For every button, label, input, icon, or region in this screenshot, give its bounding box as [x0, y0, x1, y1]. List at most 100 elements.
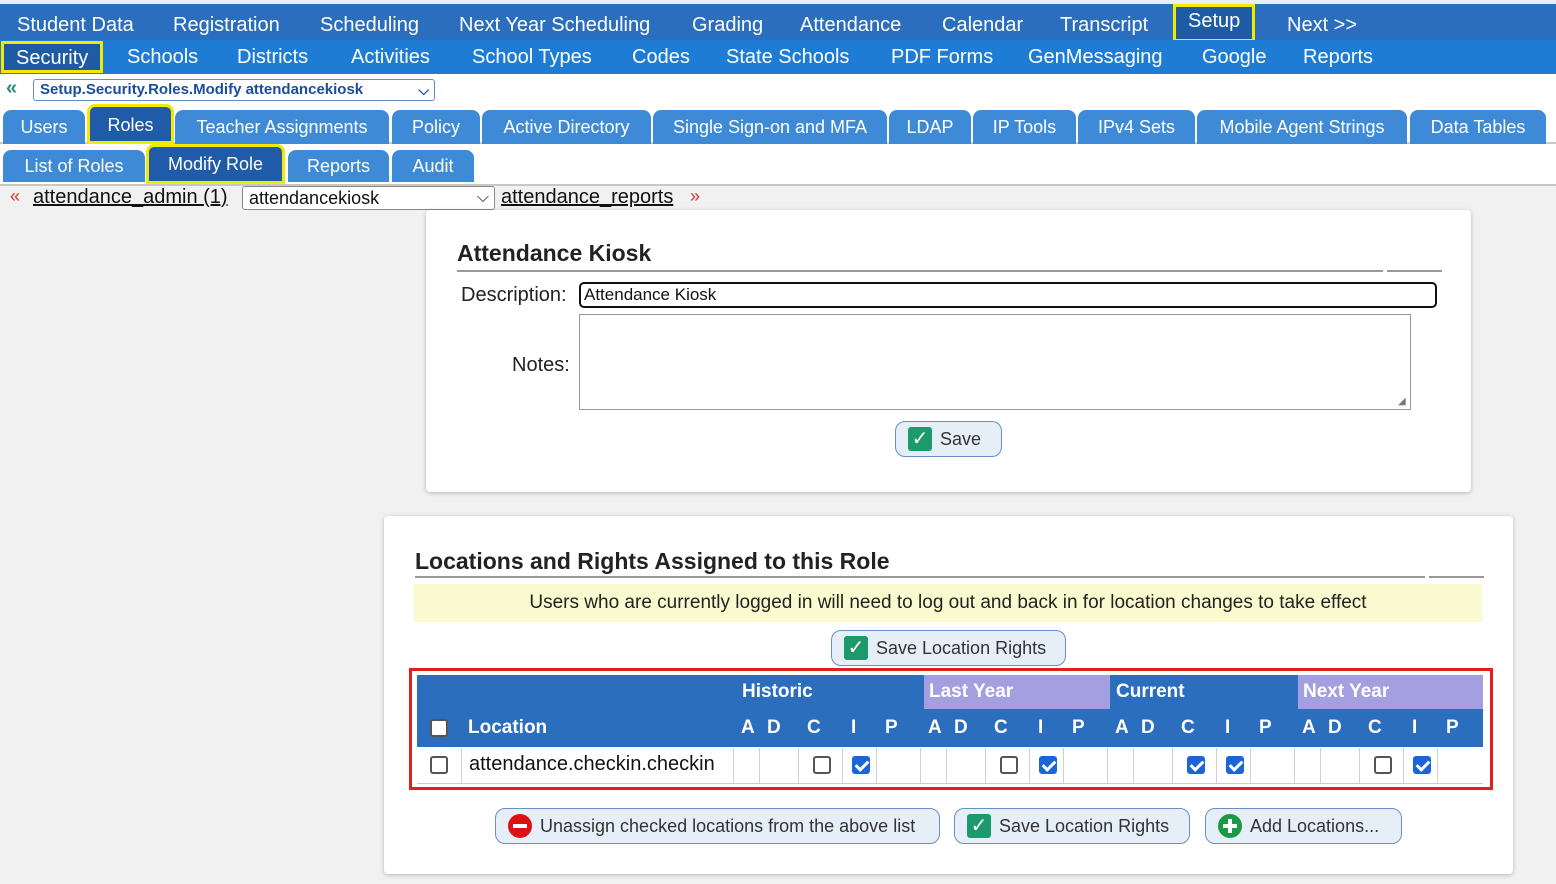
- location-header: Location: [468, 717, 548, 738]
- tab-audit[interactable]: Audit: [392, 150, 474, 182]
- rights-letter: I: [851, 717, 857, 738]
- role-title: Attendance Kiosk: [457, 240, 652, 266]
- security-tabs: Users Roles Teacher Assignments Policy A…: [0, 104, 1556, 144]
- tab-ip-tools[interactable]: IP Tools: [973, 110, 1076, 144]
- save-location-rights-button[interactable]: ✓ Save Location Rights: [831, 630, 1066, 666]
- rights-letter: I: [1038, 717, 1044, 738]
- tab-mobile-agent-strings[interactable]: Mobile Agent Strings: [1197, 110, 1407, 144]
- right-checkbox-c[interactable]: [1374, 756, 1392, 774]
- nav-attendance[interactable]: Attendance: [800, 8, 901, 42]
- breadcrumb-select[interactable]: Setup.Security.Roles.Modify attendanceki…: [33, 79, 435, 101]
- nav-transcript[interactable]: Transcript: [1060, 8, 1148, 42]
- rights-letter: A: [1302, 717, 1316, 738]
- next-role-link[interactable]: attendance_reports: [501, 186, 673, 209]
- column-divider: [1250, 748, 1251, 784]
- chevron-down-icon: ⌵: [418, 82, 429, 98]
- tab-policy[interactable]: Policy: [392, 110, 480, 144]
- double-chevron-right-red-icon[interactable]: »: [690, 186, 700, 207]
- tab-list-of-roles[interactable]: List of Roles: [3, 150, 145, 182]
- nav-registration[interactable]: Registration: [173, 8, 280, 42]
- role-navigator: « attendance_admin (1) attendancekiosk ⌵…: [0, 186, 1556, 212]
- column-divider: [1172, 748, 1173, 784]
- rights-letter: P: [1446, 717, 1459, 738]
- subnav-pdf-forms[interactable]: PDF Forms: [891, 40, 993, 74]
- nav-setup[interactable]: Setup: [1173, 4, 1256, 42]
- column-divider: [1320, 748, 1321, 784]
- save-location-rights-bottom-label: Save Location Rights: [999, 816, 1170, 836]
- right-checkbox-i[interactable]: [852, 756, 870, 774]
- column-divider: [876, 748, 877, 784]
- subnav-districts[interactable]: Districts: [237, 40, 308, 74]
- nav-scheduling[interactable]: Scheduling: [320, 8, 419, 42]
- top-nav-bar: Student Data Registration Scheduling Nex…: [0, 0, 1556, 44]
- divider: [415, 576, 1425, 578]
- right-checkbox-c[interactable]: [1187, 756, 1205, 774]
- subnav-state-schools[interactable]: State Schools: [726, 40, 849, 74]
- right-checkbox-i[interactable]: [1039, 756, 1057, 774]
- rights-letter: D: [767, 717, 781, 738]
- tab-ipv4-sets[interactable]: IPv4 Sets: [1078, 110, 1195, 144]
- subnav-google[interactable]: Google: [1202, 40, 1267, 74]
- notes-field[interactable]: ◢: [579, 314, 1411, 410]
- subnav-schools[interactable]: Schools: [127, 40, 198, 74]
- column-divider: [1437, 748, 1438, 784]
- unassign-locations-button[interactable]: Unassign checked locations from the abov…: [495, 808, 940, 844]
- row-select-checkbox[interactable]: [430, 756, 448, 774]
- tab-ldap[interactable]: LDAP: [889, 110, 971, 144]
- minus-circle-icon: [508, 814, 532, 838]
- save-location-rights-bottom-button[interactable]: ✓ Save Location Rights: [954, 808, 1190, 844]
- double-chevron-left-icon[interactable]: «: [6, 77, 17, 100]
- subnav-codes[interactable]: Codes: [632, 40, 690, 74]
- divider: [1387, 270, 1442, 272]
- role-tabs: List of Roles Modify Role Reports Audit: [0, 144, 1556, 186]
- nav-next-year-scheduling[interactable]: Next Year Scheduling: [459, 8, 650, 42]
- notes-label: Notes:: [512, 354, 570, 376]
- double-chevron-left-red-icon[interactable]: «: [10, 186, 20, 207]
- right-checkbox-c[interactable]: [813, 756, 831, 774]
- rights-letter: D: [1328, 717, 1342, 738]
- save-button[interactable]: ✓ Save: [895, 421, 1002, 457]
- add-locations-button[interactable]: Add Locations...: [1205, 808, 1402, 844]
- rights-letter: C: [1181, 717, 1195, 738]
- rights-letter: A: [741, 717, 755, 738]
- description-label: Description:: [461, 284, 567, 306]
- location-rights-table: Historic Last Year Current Next Year Loc…: [417, 675, 1483, 785]
- check-icon: ✓: [908, 427, 932, 451]
- column-divider: [461, 748, 462, 784]
- rights-letter: I: [1225, 717, 1231, 738]
- description-field[interactable]: Attendance Kiosk: [579, 282, 1437, 308]
- tab-users[interactable]: Users: [3, 110, 85, 144]
- nav-calendar[interactable]: Calendar: [942, 8, 1023, 42]
- column-divider: [946, 748, 947, 784]
- subnav-genmessaging[interactable]: GenMessaging: [1028, 40, 1163, 74]
- tab-data-tables[interactable]: Data Tables: [1410, 110, 1546, 144]
- tab-active-directory[interactable]: Active Directory: [482, 110, 651, 144]
- column-divider: [1403, 748, 1404, 784]
- right-checkbox-i[interactable]: [1413, 756, 1431, 774]
- rights-letter: P: [1072, 717, 1085, 738]
- subnav-school-types[interactable]: School Types: [472, 40, 592, 74]
- nav-next[interactable]: Next >>: [1287, 8, 1357, 42]
- rights-letter: P: [885, 717, 898, 738]
- breadcrumb: Setup.Security.Roles.Modify attendanceki…: [40, 81, 364, 98]
- resize-grip-icon[interactable]: ◢: [1398, 397, 1408, 407]
- rights-letter: C: [807, 717, 821, 738]
- nav-student-data[interactable]: Student Data: [17, 8, 134, 42]
- right-checkbox-i[interactable]: [1226, 756, 1244, 774]
- subnav-activities[interactable]: Activities: [351, 40, 430, 74]
- tab-single-sign-on[interactable]: Single Sign-on and MFA: [653, 110, 887, 144]
- subnav-security[interactable]: Security: [1, 41, 104, 73]
- tab-teacher-assignments[interactable]: Teacher Assignments: [175, 110, 389, 144]
- subnav-reports[interactable]: Reports: [1303, 40, 1373, 74]
- role-select[interactable]: attendancekiosk ⌵: [242, 186, 495, 210]
- right-checkbox-c[interactable]: [1000, 756, 1018, 774]
- prev-role-link[interactable]: attendance_admin (1): [33, 186, 228, 209]
- tab-reports[interactable]: Reports: [288, 150, 389, 182]
- column-divider: [920, 748, 921, 784]
- tab-modify-role[interactable]: Modify Role: [146, 144, 285, 184]
- rights-letter: P: [1259, 717, 1272, 738]
- rights-letter: A: [928, 717, 942, 738]
- select-all-checkbox[interactable]: [430, 719, 448, 737]
- tab-roles[interactable]: Roles: [87, 104, 174, 144]
- nav-grading[interactable]: Grading: [692, 8, 763, 42]
